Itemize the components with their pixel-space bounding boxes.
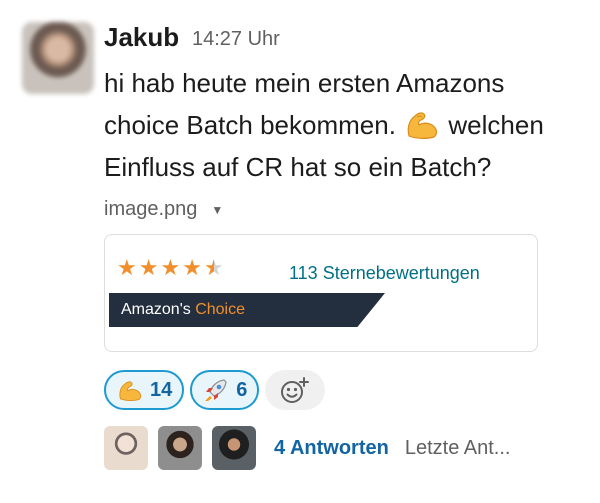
badge-suffix: Choice: [195, 301, 246, 318]
star-icon: ★: [160, 255, 181, 280]
flexed-biceps-icon: [407, 112, 438, 139]
flexed-biceps-icon: [119, 381, 142, 402]
reply-count-link[interactable]: 4 Antworten: [274, 437, 389, 460]
image-preview[interactable]: ★ ★ ★ ★ ★ 113 Sternebewertungen Amazon's…: [104, 234, 538, 352]
add-reaction-button[interactable]: [265, 370, 326, 410]
reply-avatar: [212, 426, 256, 470]
reply-avatar: [158, 426, 202, 470]
rating-count: 113 Sternebewertungen: [289, 263, 480, 283]
thread-summary[interactable]: 4 Antworten Letzte Ant...: [104, 426, 510, 470]
reaction-rocket[interactable]: 6: [190, 370, 260, 410]
rocket-icon: [205, 379, 227, 401]
star-icon: ★: [117, 255, 137, 280]
reaction-count: 14: [150, 378, 173, 401]
reaction-count: 6: [236, 378, 248, 401]
sender-name[interactable]: Jakub: [104, 22, 179, 53]
message-text: hi hab heute mein ersten Amazons choice …: [104, 62, 584, 188]
half-star-icon: ★: [203, 255, 224, 280]
star-icon: ★: [138, 255, 159, 280]
chevron-down-icon[interactable]: ▼: [211, 203, 223, 217]
amazons-choice-badge: Amazon's Choice: [109, 293, 385, 327]
badge-prefix: Amazon's: [121, 301, 191, 318]
file-attachment-header[interactable]: image.png ▼: [104, 198, 223, 221]
file-name[interactable]: image.png: [104, 198, 197, 221]
reaction-flexed-biceps[interactable]: 14: [104, 370, 185, 410]
reactions-bar: 14 6: [104, 370, 326, 410]
reply-avatar: [104, 426, 148, 470]
sender-avatar[interactable]: [22, 22, 94, 94]
last-reply-label: Letzte Ant...: [404, 436, 511, 459]
star-rating: ★ ★ ★ ★ ★: [117, 257, 224, 279]
message-timestamp[interactable]: 14:27 Uhr: [192, 28, 280, 51]
add-emoji-icon: [281, 377, 310, 403]
star-icon: ★: [182, 255, 202, 280]
